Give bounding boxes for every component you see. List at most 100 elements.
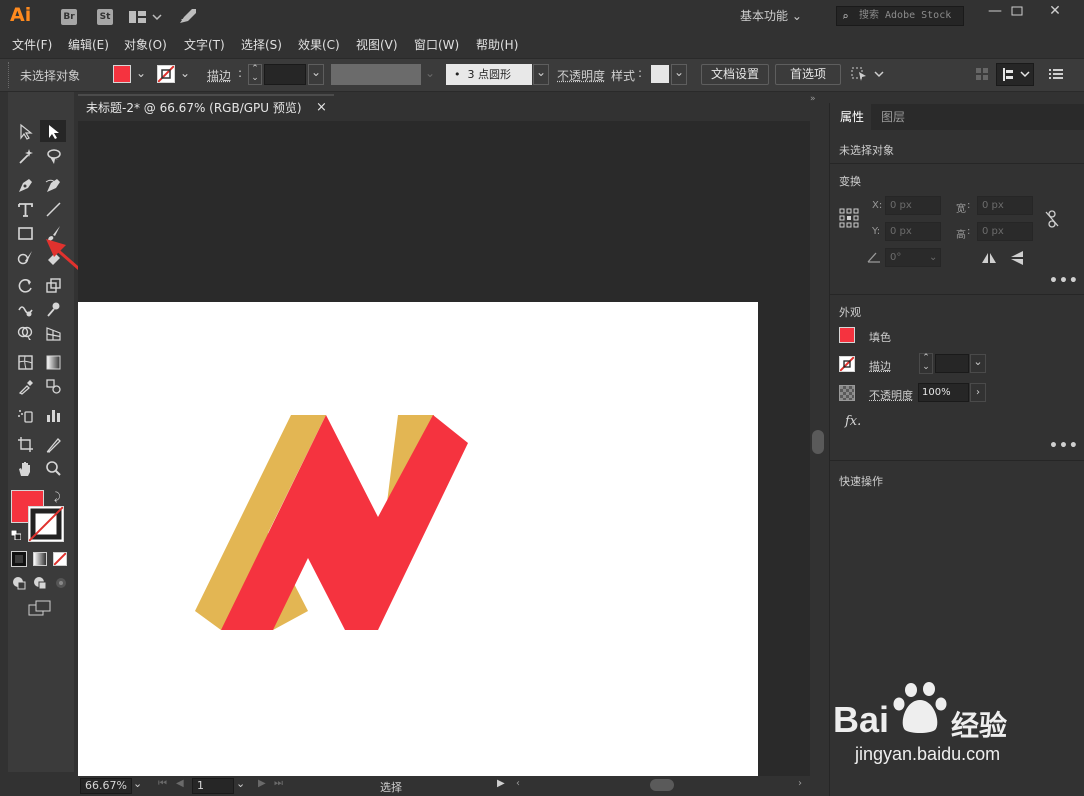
scroll-left-icon[interactable]: ‹ <box>516 778 520 789</box>
close-tab-icon[interactable]: × <box>316 96 327 120</box>
opacity-panel-label[interactable]: 不透明度 <box>869 387 913 403</box>
scroll-right-icon[interactable]: › <box>798 778 802 789</box>
menu-view[interactable]: 视图(V) <box>356 36 398 53</box>
mesh-tool-icon[interactable] <box>12 351 38 373</box>
select-similar-icon[interactable] <box>850 64 886 84</box>
align-grid-icon[interactable] <box>975 67 989 81</box>
stroke-weight-stepper[interactable]: ⌃ ⌄ <box>919 353 933 374</box>
more-transform-options-icon[interactable]: ••• <box>1049 273 1079 289</box>
stroke-label[interactable]: 描边 <box>207 67 231 84</box>
vertical-scroll-thumb[interactable] <box>812 430 824 454</box>
fill-swatch[interactable] <box>113 65 131 83</box>
lasso-tool-icon[interactable] <box>40 145 66 167</box>
maximize-button[interactable] <box>1000 0 1034 22</box>
column-graph-tool-icon[interactable] <box>40 404 66 426</box>
width-input[interactable]: 0 px <box>977 196 1033 215</box>
bridge-icon[interactable]: Br <box>61 9 77 25</box>
warp-tool-icon[interactable] <box>12 298 38 320</box>
menu-select[interactable]: 选择(S) <box>241 36 282 53</box>
menu-edit[interactable]: 编辑(E) <box>68 36 109 53</box>
graphic-style-swatch[interactable] <box>651 65 669 83</box>
line-segment-tool-icon[interactable] <box>40 198 66 220</box>
variable-width-profile[interactable] <box>331 64 421 85</box>
previous-artboard-icon[interactable]: ◀ <box>176 778 184 789</box>
default-colors-icon[interactable] <box>10 529 22 541</box>
chevron-down-icon[interactable]: ⌄ <box>533 64 549 85</box>
stroke-color-box[interactable] <box>28 506 64 542</box>
constrain-proportions-icon[interactable] <box>1044 210 1060 228</box>
slice-tool-icon[interactable] <box>40 433 66 455</box>
hand-tool-icon[interactable] <box>12 457 38 479</box>
horizontal-scroll-thumb[interactable] <box>650 779 674 791</box>
menu-effect[interactable]: 效果(C) <box>298 36 340 53</box>
pen-tool-icon[interactable] <box>12 174 38 196</box>
chevron-down-icon[interactable]: ⌄ <box>133 777 142 790</box>
arrange-documents-icon[interactable] <box>128 9 162 25</box>
gradient-mode-icon[interactable] <box>33 552 47 566</box>
height-input[interactable]: 0 px <box>977 222 1033 241</box>
perspective-grid-tool-icon[interactable] <box>40 322 66 344</box>
flip-horizontal-icon[interactable] <box>981 252 997 264</box>
menu-help[interactable]: 帮助(H) <box>476 36 518 53</box>
stroke-weight-stepper[interactable]: ⌃ ⌄ <box>248 64 262 85</box>
flip-vertical-icon[interactable] <box>1010 250 1024 266</box>
screen-mode-icon[interactable] <box>28 600 52 616</box>
angle-input[interactable]: 0° ⌄ <box>885 248 941 267</box>
collapse-panels-icon[interactable]: » <box>810 94 816 104</box>
n-logo-artwork[interactable] <box>193 413 469 631</box>
menu-window[interactable]: 窗口(W) <box>414 36 459 53</box>
brush-definition[interactable]: • 3 点圆形 <box>446 64 532 85</box>
artboard-tool-icon[interactable] <box>12 433 38 455</box>
appearance-stroke-swatch[interactable] <box>839 356 855 372</box>
chevron-down-icon[interactable]: ⌄ <box>970 354 986 373</box>
stroke-weight-input[interactable] <box>264 64 306 85</box>
list-menu-icon[interactable] <box>1049 67 1063 81</box>
control-bar-grip[interactable] <box>8 62 11 88</box>
swap-fill-stroke-icon[interactable]: ⤸ <box>54 490 66 503</box>
reference-point-icon[interactable] <box>839 208 859 228</box>
shape-builder-tool-icon[interactable] <box>12 322 38 344</box>
opacity-input[interactable]: 100% <box>918 383 969 402</box>
none-mode-icon[interactable] <box>53 552 67 566</box>
document-setup-button[interactable]: 文档设置 <box>701 64 769 85</box>
effects-fx-icon[interactable]: fx. <box>845 414 861 429</box>
document-tab[interactable]: 未标题-2* @ 66.67% (RGB/GPU 预览) × <box>78 94 334 120</box>
tab-layers[interactable]: 图层 <box>871 104 915 130</box>
chevron-down-icon[interactable]: ⌄ <box>136 66 146 80</box>
chevron-down-icon[interactable]: ⌄ <box>236 777 245 790</box>
more-appearance-options-icon[interactable]: ••• <box>1049 438 1079 454</box>
stock-search-input[interactable]: ⌕ 搜索 Adobe Stock <box>836 6 964 26</box>
status-menu-icon[interactable]: ▶ <box>497 778 505 789</box>
zoom-tool-icon[interactable] <box>40 457 66 479</box>
magic-wand-tool-icon[interactable] <box>12 145 38 167</box>
stroke-panel-label[interactable]: 描边 <box>869 358 891 374</box>
draw-normal-icon[interactable] <box>12 576 26 590</box>
symbol-sprayer-tool-icon[interactable] <box>12 404 38 426</box>
gpu-rocket-icon[interactable] <box>178 7 198 25</box>
draw-inside-icon[interactable] <box>54 576 68 590</box>
draw-behind-icon[interactable] <box>33 576 47 590</box>
rotate-tool-icon[interactable] <box>12 274 38 296</box>
close-window-button[interactable]: ✕ <box>1038 0 1072 22</box>
eyedropper-tool-icon[interactable] <box>12 375 38 397</box>
gradient-tool-icon[interactable] <box>40 351 66 373</box>
stroke-weight-input[interactable] <box>935 354 969 373</box>
current-tool-status[interactable]: 选择 <box>380 779 402 795</box>
color-mode-icon[interactable] <box>11 551 27 567</box>
chevron-right-icon[interactable]: › <box>970 383 986 402</box>
y-input[interactable]: 0 px <box>885 222 941 241</box>
direct-selection-tool-icon[interactable] <box>40 120 66 142</box>
appearance-fill-swatch[interactable] <box>839 327 855 343</box>
chevron-down-icon[interactable]: ⌄ <box>308 64 324 85</box>
zoom-field[interactable]: 66.67% <box>80 778 132 794</box>
workspace-switcher[interactable]: 基本功能 ⌄ <box>740 7 820 26</box>
menu-object[interactable]: 对象(O) <box>124 36 167 53</box>
preferences-button[interactable]: 首选项 <box>775 64 841 85</box>
blend-tool-icon[interactable] <box>40 375 66 397</box>
last-artboard-icon[interactable]: ⏭ <box>274 778 283 789</box>
stroke-swatch[interactable] <box>157 65 175 83</box>
chevron-down-icon[interactable]: ⌄ <box>180 66 190 80</box>
chevron-down-icon[interactable]: ⌄ <box>425 66 435 80</box>
type-tool-icon[interactable] <box>12 198 38 220</box>
curvature-tool-icon[interactable] <box>40 174 66 196</box>
